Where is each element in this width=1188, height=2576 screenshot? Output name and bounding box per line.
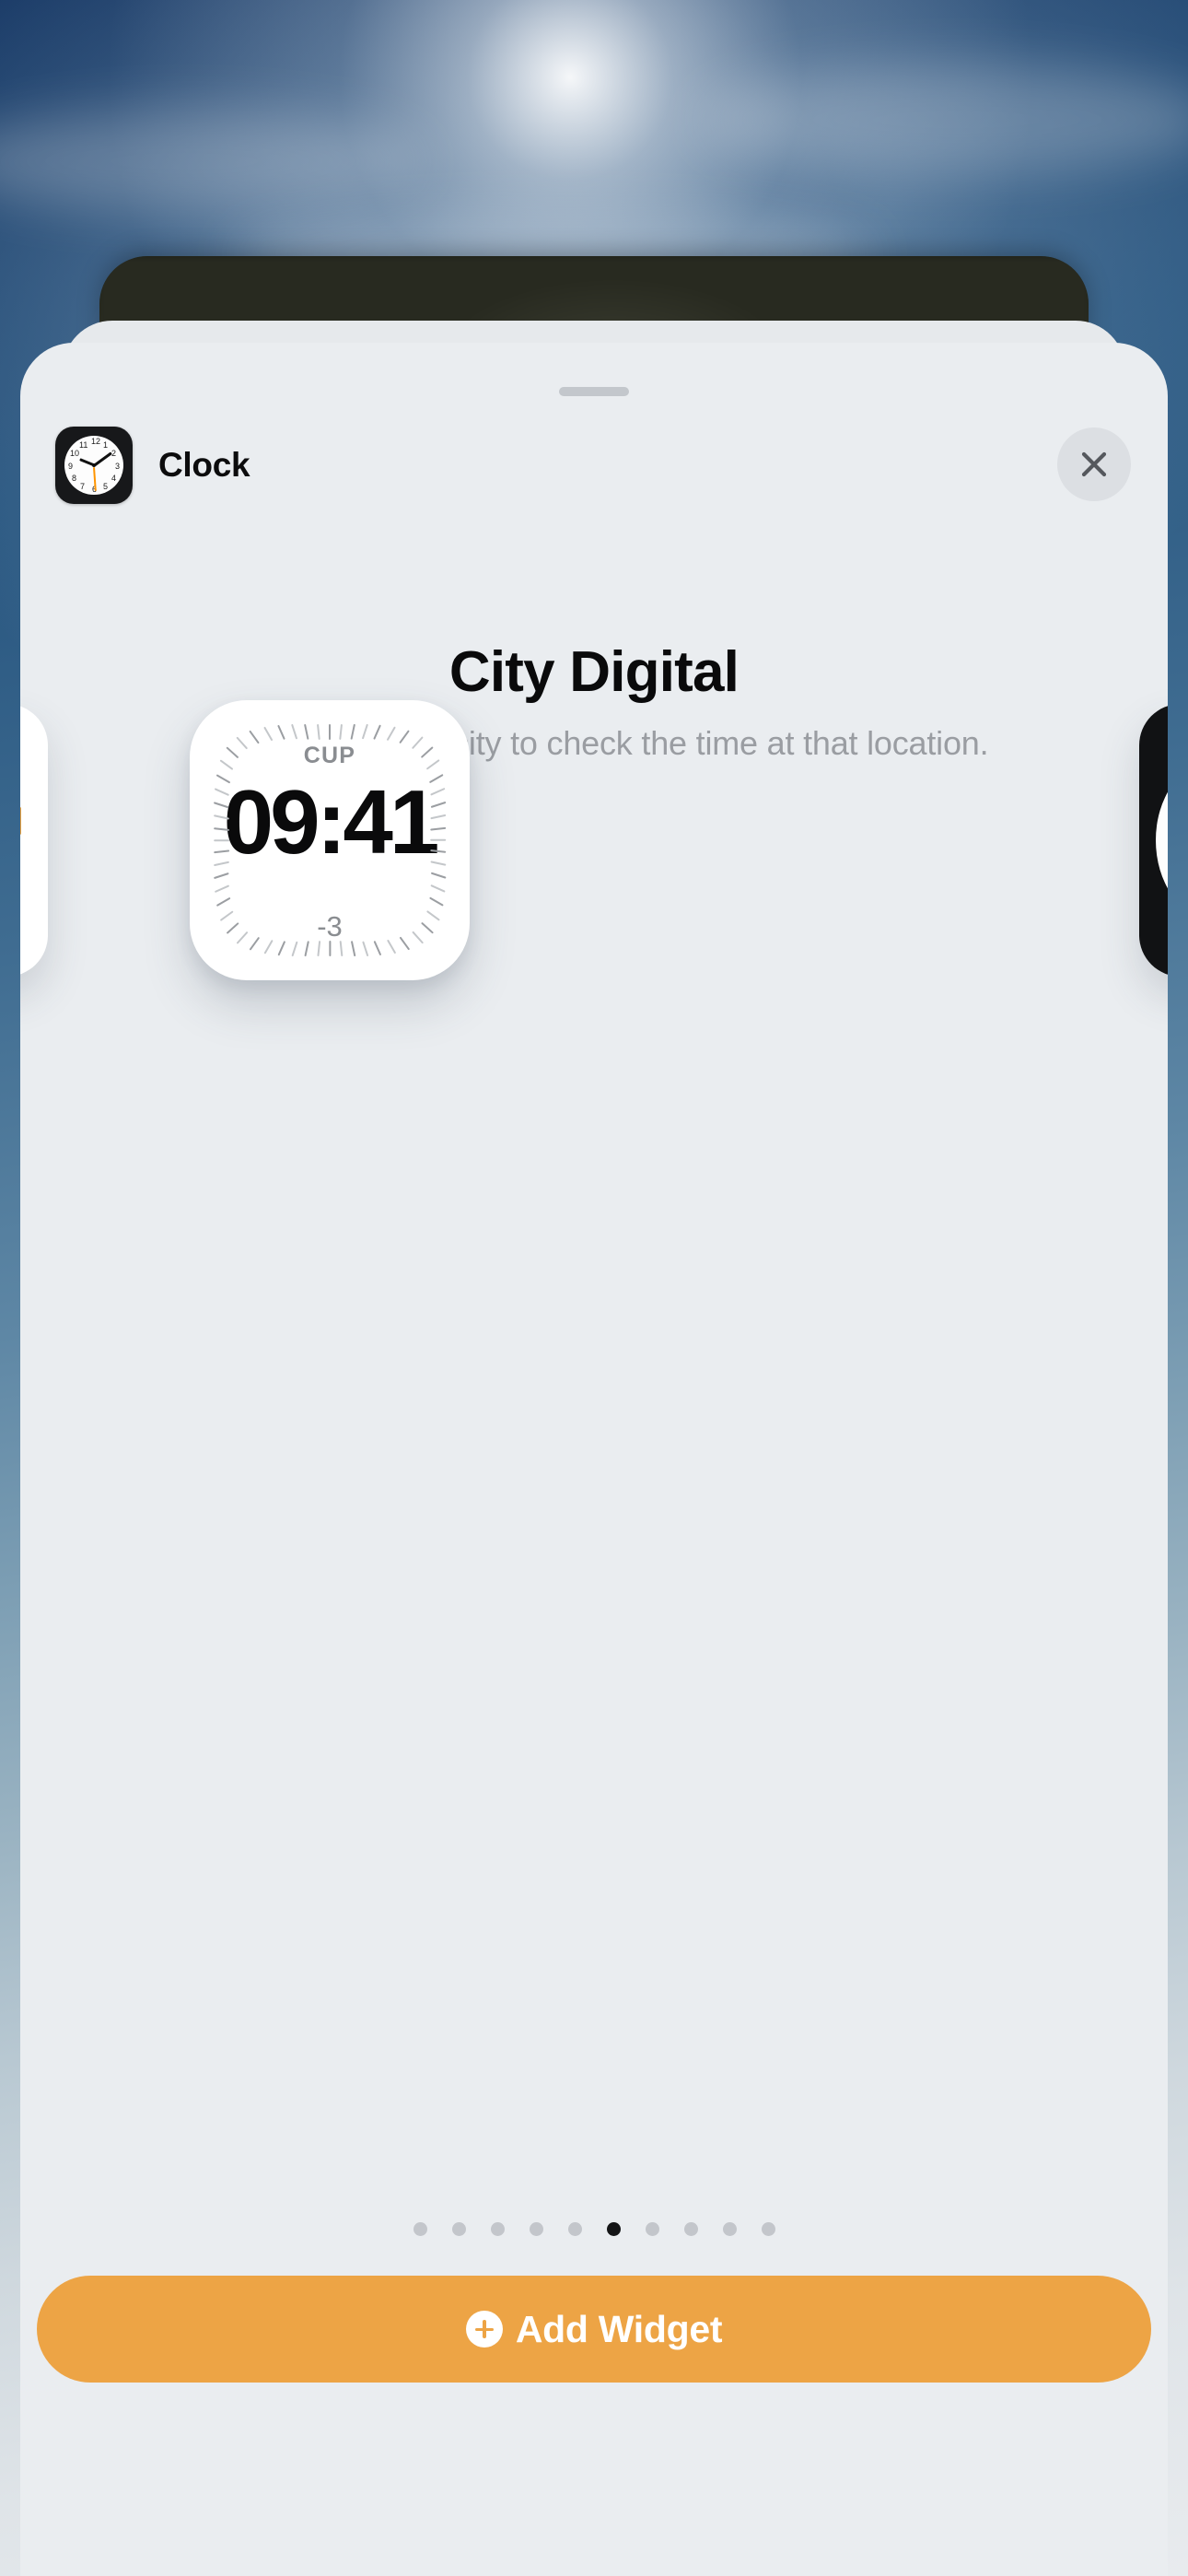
- widget-tick-mark: [386, 726, 397, 742]
- widget-tick-mark: [350, 723, 355, 740]
- widget-tick-mark: [373, 724, 382, 740]
- plus-circle-icon: [465, 2311, 503, 2348]
- widget-tick-mark: [430, 884, 446, 893]
- clock-number-1: 1: [103, 440, 109, 450]
- page-dot[interactable]: [761, 2222, 775, 2236]
- widget-tick-mark: [399, 730, 411, 744]
- sheet-drag-handle[interactable]: [559, 387, 629, 396]
- widget-tick-mark: [328, 941, 332, 956]
- widget-time-label: 09:41: [223, 771, 440, 872]
- clock-number-9: 9: [68, 462, 74, 471]
- clock-center-pin: [92, 463, 96, 467]
- widget-preview-next[interactable]: [1139, 704, 1168, 977]
- add-widget-button[interactable]: Add Widget: [37, 2276, 1151, 2383]
- clock-number-10: 10: [70, 449, 80, 458]
- clock-minute-hand: [93, 451, 112, 467]
- page-dot[interactable]: [413, 2222, 427, 2236]
- widget-tick-mark: [339, 723, 344, 741]
- page-dot[interactable]: [490, 2222, 505, 2236]
- page-dot[interactable]: [606, 2222, 621, 2236]
- clock-number-3: 3: [115, 462, 121, 471]
- close-button[interactable]: [1057, 427, 1131, 501]
- widget-preview-previous[interactable]: [20, 704, 48, 977]
- page-dot[interactable]: [722, 2222, 737, 2236]
- widget-tick-mark: [249, 730, 261, 744]
- page-dot[interactable]: [683, 2222, 698, 2236]
- page-indicator[interactable]: [20, 2222, 1168, 2236]
- page-title: City Digital: [448, 640, 740, 704]
- widget-tick-mark: [214, 838, 230, 842]
- page-dot[interactable]: [529, 2222, 543, 2236]
- clock-face: 12 1 2 3 4 5 6 7 8 9 10 11: [64, 436, 123, 495]
- clock-number-12: 12: [91, 437, 101, 446]
- widget-picker-sheet: 12 1 2 3 4 5 6 7 8 9 10 11: [20, 343, 1168, 2576]
- page-dot[interactable]: [451, 2222, 466, 2236]
- clock-number-2: 2: [111, 449, 117, 458]
- app-name-label: Clock: [158, 446, 250, 484]
- widget-tick-mark: [316, 723, 320, 741]
- widget-tick-mark: [215, 896, 231, 907]
- clock-number-4: 4: [111, 474, 117, 483]
- widget-city-label: CUP: [303, 743, 356, 768]
- iphone-screen:  tv 12 1 2 3 4 5 6 7 8 9 10: [0, 0, 1188, 2576]
- widget-tick-mark: [214, 884, 229, 893]
- clock-number-8: 8: [72, 474, 77, 483]
- clock-second-hand: [93, 466, 97, 492]
- clock-number-11: 11: [79, 440, 88, 450]
- widget-tick-mark: [262, 726, 274, 742]
- sheet-header: 12 1 2 3 4 5 6 7 8 9 10 11: [20, 415, 1168, 516]
- clock-number-5: 5: [103, 482, 109, 491]
- page-dot[interactable]: [645, 2222, 659, 2236]
- page-dot[interactable]: [567, 2222, 582, 2236]
- widget-tick-mark: [304, 723, 309, 740]
- widget-tick-mark: [328, 724, 332, 740]
- close-icon: [1081, 451, 1107, 477]
- add-widget-label: Add Widget: [515, 2307, 723, 2350]
- widget-tick-mark: [361, 723, 368, 740]
- clock-number-7: 7: [80, 482, 86, 491]
- widget-tick-mark: [277, 724, 286, 740]
- clock-app-icon: 12 1 2 3 4 5 6 7 8 9 10 11: [55, 427, 133, 504]
- widget-preview-current[interactable]: CUP 09:41 -3: [190, 700, 470, 980]
- widget-tick-mark: [428, 896, 444, 907]
- widget-tick-mark: [291, 723, 298, 740]
